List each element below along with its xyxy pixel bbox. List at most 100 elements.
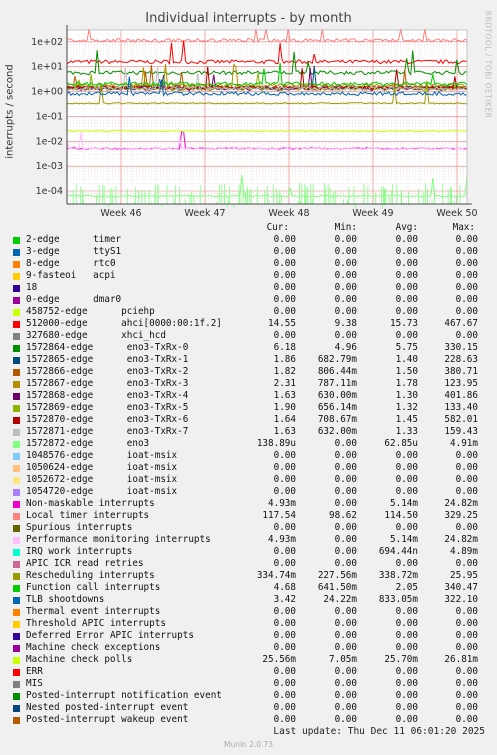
avg-value: 0.00 — [395, 330, 418, 341]
avg-value: 338.72m — [378, 570, 418, 581]
legend-row: Local timer interrupts 117.54 98.62 114.50 3… — [0, 510, 497, 522]
min-value: 0.00 — [334, 234, 357, 245]
legend-swatch — [13, 309, 20, 316]
min-value: 0.00 — [334, 666, 357, 677]
avg-value: 833.05m — [378, 594, 418, 605]
legend-row: Threshold APIC interrupts 0.00 0.00 0.00 0.0… — [0, 618, 497, 630]
legend-label: 1572870-edge eno3-TxRx-6 — [26, 414, 189, 425]
legend-label: 1048576-edge ioat-msix — [26, 450, 178, 461]
legend-swatch — [13, 405, 20, 412]
legend-label: 9-fasteoi acpi — [26, 270, 116, 281]
chart-area: 1e+02 1e+01 1e+00 1e-01 1e-02 1e-03 1e-04 Week … — [31, 25, 478, 219]
max-value: 0.00 — [455, 282, 478, 293]
x-tick-label: Week 47 — [184, 208, 225, 219]
avg-value: 0.00 — [395, 606, 418, 617]
legend-row: Performance monitoring interrupts 4.93m 0.… — [0, 534, 497, 546]
min-value: 0.00 — [334, 702, 357, 713]
legend-label: 1572871-edge eno3-TxRx-7 — [26, 426, 189, 437]
legend-label: 1572868-edge eno3-TxRx-4 — [26, 390, 189, 401]
max-value: 0.00 — [455, 690, 478, 701]
min-value: 656.14m — [317, 402, 357, 413]
min-value: 0.00 — [334, 246, 357, 257]
legend-row: TLB shootdowns 3.42 24.22m 833.05m 322.10 — [0, 594, 497, 606]
munin-version: Munin 2.0.73 — [223, 740, 274, 749]
legend-row: 3-edge ttyS1 0.00 0.00 0.00 0.00 — [0, 246, 497, 258]
max-value: 467.67 — [444, 318, 478, 329]
avg-value: 25.70m — [384, 654, 418, 665]
max-value: 0.00 — [455, 294, 478, 305]
cur-value: 1.64 — [273, 414, 296, 425]
legend-row: 1572871-edge eno3-TxRx-7 1.63 632.00m 1.33 1… — [0, 426, 497, 438]
x-tick-label: Week 48 — [268, 208, 309, 219]
min-value: 632.00m — [317, 426, 357, 437]
legend-label: 512000-edge ahci[0000:00:1f.2] — [26, 318, 222, 329]
avg-value: 1.78 — [395, 378, 418, 389]
col-header-max: Max: — [452, 222, 475, 233]
legend-swatch — [13, 645, 20, 652]
avg-value: 0.00 — [395, 630, 418, 641]
legend-label: 1572864-edge eno3-TxRx-0 — [26, 342, 189, 353]
cur-value: 0.00 — [273, 690, 296, 701]
min-value: 0.00 — [334, 678, 357, 689]
cur-value: 0.00 — [273, 234, 296, 245]
legend-label: Nested posted-interrupt event — [26, 702, 189, 713]
max-value: 25.95 — [450, 570, 478, 581]
x-tick-label: Week 50 — [436, 208, 477, 219]
cur-value: 0.00 — [273, 642, 296, 653]
legend-label: Local timer interrupts — [26, 510, 150, 521]
legend-swatch — [13, 345, 20, 352]
max-value: 159.43 — [444, 426, 478, 437]
legend-row: 9-fasteoi acpi 0.00 0.00 0.00 0.00 — [0, 270, 497, 282]
legend-swatch — [13, 573, 20, 580]
min-value: 630.00m — [317, 390, 357, 401]
max-value: 26.81m — [444, 654, 478, 665]
min-value: 0.00 — [334, 462, 357, 473]
legend-row: Thermal event interrupts 0.00 0.00 0.00 0.00 — [0, 606, 497, 618]
max-value: 0.00 — [455, 558, 478, 569]
cur-value: 0.00 — [273, 678, 296, 689]
avg-value: 1.45 — [395, 414, 418, 425]
min-value: 0.00 — [334, 270, 357, 281]
legend-row: 0-edge dmar0 0.00 0.00 0.00 0.00 — [0, 294, 497, 306]
cur-value: 0.00 — [273, 246, 296, 257]
max-value: 0.00 — [455, 246, 478, 257]
legend-row: APIC ICR read retries 0.00 0.00 0.00 0.00 — [0, 558, 497, 570]
legend-row: 8-edge rtc0 0.00 0.00 0.00 0.00 — [0, 258, 497, 270]
legend-swatch — [13, 609, 20, 616]
avg-value: 0.00 — [395, 282, 418, 293]
legend-swatch — [13, 381, 20, 388]
avg-value: 5.14m — [390, 498, 418, 509]
cur-value: 14.55 — [268, 318, 296, 329]
max-value: 228.63 — [444, 354, 478, 365]
avg-value: 15.73 — [390, 318, 418, 329]
min-value: 0.00 — [334, 642, 357, 653]
legend-row: Posted-interrupt wakeup event 0.00 0.00 0.0… — [0, 714, 497, 726]
max-value: 0.00 — [455, 642, 478, 653]
avg-value: 0.00 — [395, 666, 418, 677]
avg-value: 0.00 — [395, 246, 418, 257]
avg-value: 0.00 — [395, 690, 418, 701]
legend-swatch — [13, 453, 20, 460]
legend-label: APIC ICR read retries — [26, 558, 144, 569]
legend-row: 1572868-edge eno3-TxRx-4 1.63 630.00m 1.30 4… — [0, 390, 497, 402]
cur-value: 0.00 — [273, 450, 296, 461]
max-value: 582.01 — [444, 414, 478, 425]
min-value: 0.00 — [334, 498, 357, 509]
min-value: 0.00 — [334, 558, 357, 569]
max-value: 330.15 — [444, 342, 478, 353]
legend-row: 1050624-edge ioat-msix 0.00 0.00 0.00 0.00 — [0, 462, 497, 474]
min-value: 0.00 — [334, 450, 357, 461]
legend-swatch — [13, 657, 20, 664]
legend-label: 1572866-edge eno3-TxRx-2 — [26, 366, 189, 377]
cur-value: 2.31 — [273, 378, 296, 389]
max-value: 340.47 — [444, 582, 478, 593]
avg-value: 0.00 — [395, 678, 418, 689]
max-value: 322.10 — [444, 594, 478, 605]
max-value: 0.00 — [455, 618, 478, 629]
col-header-min: Min: — [334, 222, 357, 233]
cur-value: 0.00 — [273, 282, 296, 293]
avg-value: 0.00 — [395, 258, 418, 269]
legend-label: TLB shootdowns — [26, 594, 105, 605]
legend-swatch — [13, 537, 20, 544]
legend-label: Machine check polls — [26, 654, 133, 665]
